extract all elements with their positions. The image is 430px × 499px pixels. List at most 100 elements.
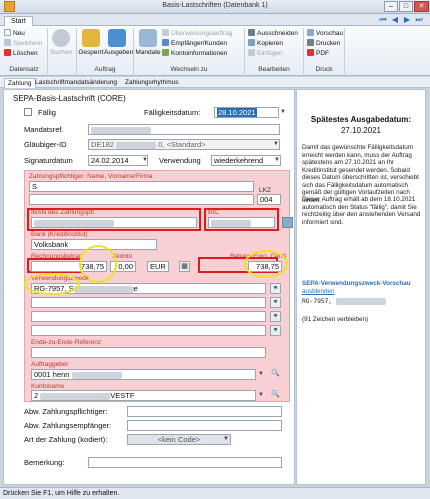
chain-icon[interactable]: ⚭	[270, 297, 281, 308]
glaeubiger-input[interactable]: DE182 0, <Standard>	[88, 139, 280, 150]
zahlungspflichtiger-value: S	[32, 182, 38, 191]
save-button[interactable]: Speichern	[4, 39, 42, 48]
waehrung-input[interactable]: EUR	[147, 261, 169, 272]
preview-button[interactable]: Vorschau	[307, 29, 343, 38]
ribbon-separator	[303, 28, 304, 74]
chevron-down-icon[interactable]: ▼	[272, 140, 280, 149]
print-button[interactable]: Drucken	[307, 39, 340, 48]
ausgeben-button[interactable]: Ausgeben	[104, 29, 133, 56]
app-icon	[4, 1, 15, 12]
bank-lookup-icon[interactable]	[282, 217, 293, 228]
mandatsref-input[interactable]	[88, 124, 280, 135]
chain-icon[interactable]: ⚭	[270, 283, 281, 294]
search-icon[interactable]: 🔍	[270, 390, 281, 401]
pdf-button[interactable]: PDF	[307, 49, 329, 58]
ausblenden-link[interactable]: ausblenden	[302, 288, 335, 296]
kontoinfo-button[interactable]: Kontoinformationen	[162, 49, 227, 58]
redacted-text	[116, 141, 157, 149]
bic-input[interactable]	[208, 217, 275, 228]
copy-button[interactable]: Kopieren	[248, 39, 283, 48]
prev-record-icon[interactable]: ◀	[390, 15, 400, 25]
side-title: Spätestes Ausgabedatum:	[310, 115, 412, 124]
art-select[interactable]: <kein Code>	[127, 434, 231, 445]
next-record-icon[interactable]: ▶	[402, 15, 412, 25]
glaeubiger-value: DE182	[91, 140, 114, 149]
preview-label: Vorschau	[316, 30, 344, 37]
chevron-down-icon[interactable]: ▼	[141, 156, 149, 165]
chevron-down-icon[interactable]: ▼	[257, 370, 265, 379]
gesperrt-label: Gesperrt	[78, 49, 104, 56]
verwendungszweck-line-3[interactable]	[31, 311, 266, 322]
verwendung-select[interactable]: wiederkehrend	[211, 155, 281, 166]
abw-empf-label: Abw. Zahlungsempfänger:	[24, 421, 112, 430]
glaeubiger-label: Gläubiger-ID	[24, 140, 67, 149]
kontoname-select[interactable]: 2 VESTF	[31, 390, 256, 401]
chevron-down-icon[interactable]: ▼	[222, 435, 230, 444]
faelligkeitsdatum-label: Fälligkeitsdatum:	[144, 108, 201, 117]
redacted-text	[211, 219, 251, 227]
empfaenger-label: Empfänger/Kunden	[171, 40, 228, 47]
close-button[interactable]: ✕	[414, 1, 429, 12]
tab-mandatsaenderung[interactable]: Lastschriftmandatsänderung	[32, 78, 120, 88]
zahlungspflichtiger-input-2[interactable]	[29, 194, 254, 205]
chevron-down-icon[interactable]: ▼	[279, 108, 287, 117]
verwendungszweck-line-4[interactable]	[31, 325, 266, 336]
first-record-icon[interactable]: ⏮	[378, 15, 388, 25]
chevron-down-icon[interactable]: ▼	[257, 391, 265, 400]
zahlungspflichtiger-input[interactable]: S	[29, 181, 254, 192]
ribbon-separator	[133, 28, 134, 74]
chain-icon[interactable]: ⚭	[270, 311, 281, 322]
pdf-icon	[307, 49, 314, 56]
lock-icon	[82, 29, 100, 47]
e2e-input[interactable]	[31, 347, 266, 358]
status-bar: Drücken Sie F1, um Hilfe zu erhalten.	[0, 487, 430, 499]
iban-input[interactable]	[31, 217, 197, 228]
lkz-input[interactable]: 004	[257, 194, 281, 205]
calculator-icon[interactable]: ▦	[179, 261, 190, 272]
chevron-down-icon[interactable]: ▼	[273, 156, 281, 165]
paste-label: Einfügen	[257, 50, 283, 57]
side-date: 27.10.2021	[340, 126, 382, 135]
paste-button[interactable]: Einfügen	[248, 49, 283, 58]
auftraggeber-value: 0001 henn	[34, 370, 70, 379]
group-wechseln-label: Wechseln zu	[170, 66, 208, 73]
tab-start[interactable]: Start	[4, 16, 33, 26]
search-icon[interactable]: 🔍	[270, 369, 281, 380]
group-datensatz-label: Datensatz	[9, 66, 39, 73]
empfaenger-button[interactable]: Empfänger/Kunden	[162, 39, 227, 48]
auftraggeber-select[interactable]: 0001 henn	[31, 369, 256, 380]
verwendungszweck-line-2[interactable]	[31, 297, 266, 308]
art-label: Art der Zahlung (kodiert):	[24, 435, 108, 444]
auftraggeber-label: Auftraggeber	[31, 361, 69, 368]
tab-zahlungsrhythmus[interactable]: Zahlungsrhythmus	[122, 78, 181, 88]
gesperrt-button[interactable]: Gesperrt	[78, 29, 104, 56]
signaturdatum-input[interactable]: 24.02.2014	[88, 155, 148, 166]
minimize-button[interactable]: –	[384, 1, 398, 12]
chain-icon[interactable]: ⚭	[270, 325, 281, 336]
pdf-label: PDF	[316, 50, 329, 57]
recipients-icon	[162, 39, 169, 46]
maximize-button[interactable]: □	[399, 1, 413, 12]
last-record-icon[interactable]: ⏭	[414, 15, 424, 25]
scissors-icon	[248, 29, 255, 36]
kontoname-label: Kontoname	[31, 383, 65, 390]
new-label: Neu	[13, 30, 25, 37]
save-icon	[4, 39, 11, 46]
cut-button[interactable]: Ausschneiden	[248, 29, 298, 38]
delete-button[interactable]: Löschen	[4, 49, 38, 58]
cut-label: Ausschneiden	[257, 30, 298, 37]
faelligkeitsdatum-input[interactable]: 28.10.2021	[214, 107, 279, 118]
art-value: <kein Code>	[157, 435, 201, 444]
abw-empf-input[interactable]	[127, 420, 282, 431]
tab-zahlung[interactable]: Zahlung	[4, 78, 36, 88]
search-button[interactable]: Suchen	[48, 29, 74, 56]
payment-form: SEPA-Basis-Lastschrift (CORE) Fällig Fäl…	[3, 89, 295, 485]
abw-pfl-input[interactable]	[127, 406, 282, 417]
bemerkung-input[interactable]	[88, 457, 282, 468]
faellig-checkbox[interactable]	[24, 108, 32, 116]
new-button[interactable]: Neu	[4, 29, 25, 38]
mandate-button[interactable]: Mandate	[135, 29, 161, 56]
verwendungszweck-tail: e	[133, 284, 138, 293]
ueberweisung-button[interactable]: Überweisungsauftrag	[162, 29, 232, 38]
remaining-chars: (91 Zeichen verbleiben)	[302, 316, 369, 323]
